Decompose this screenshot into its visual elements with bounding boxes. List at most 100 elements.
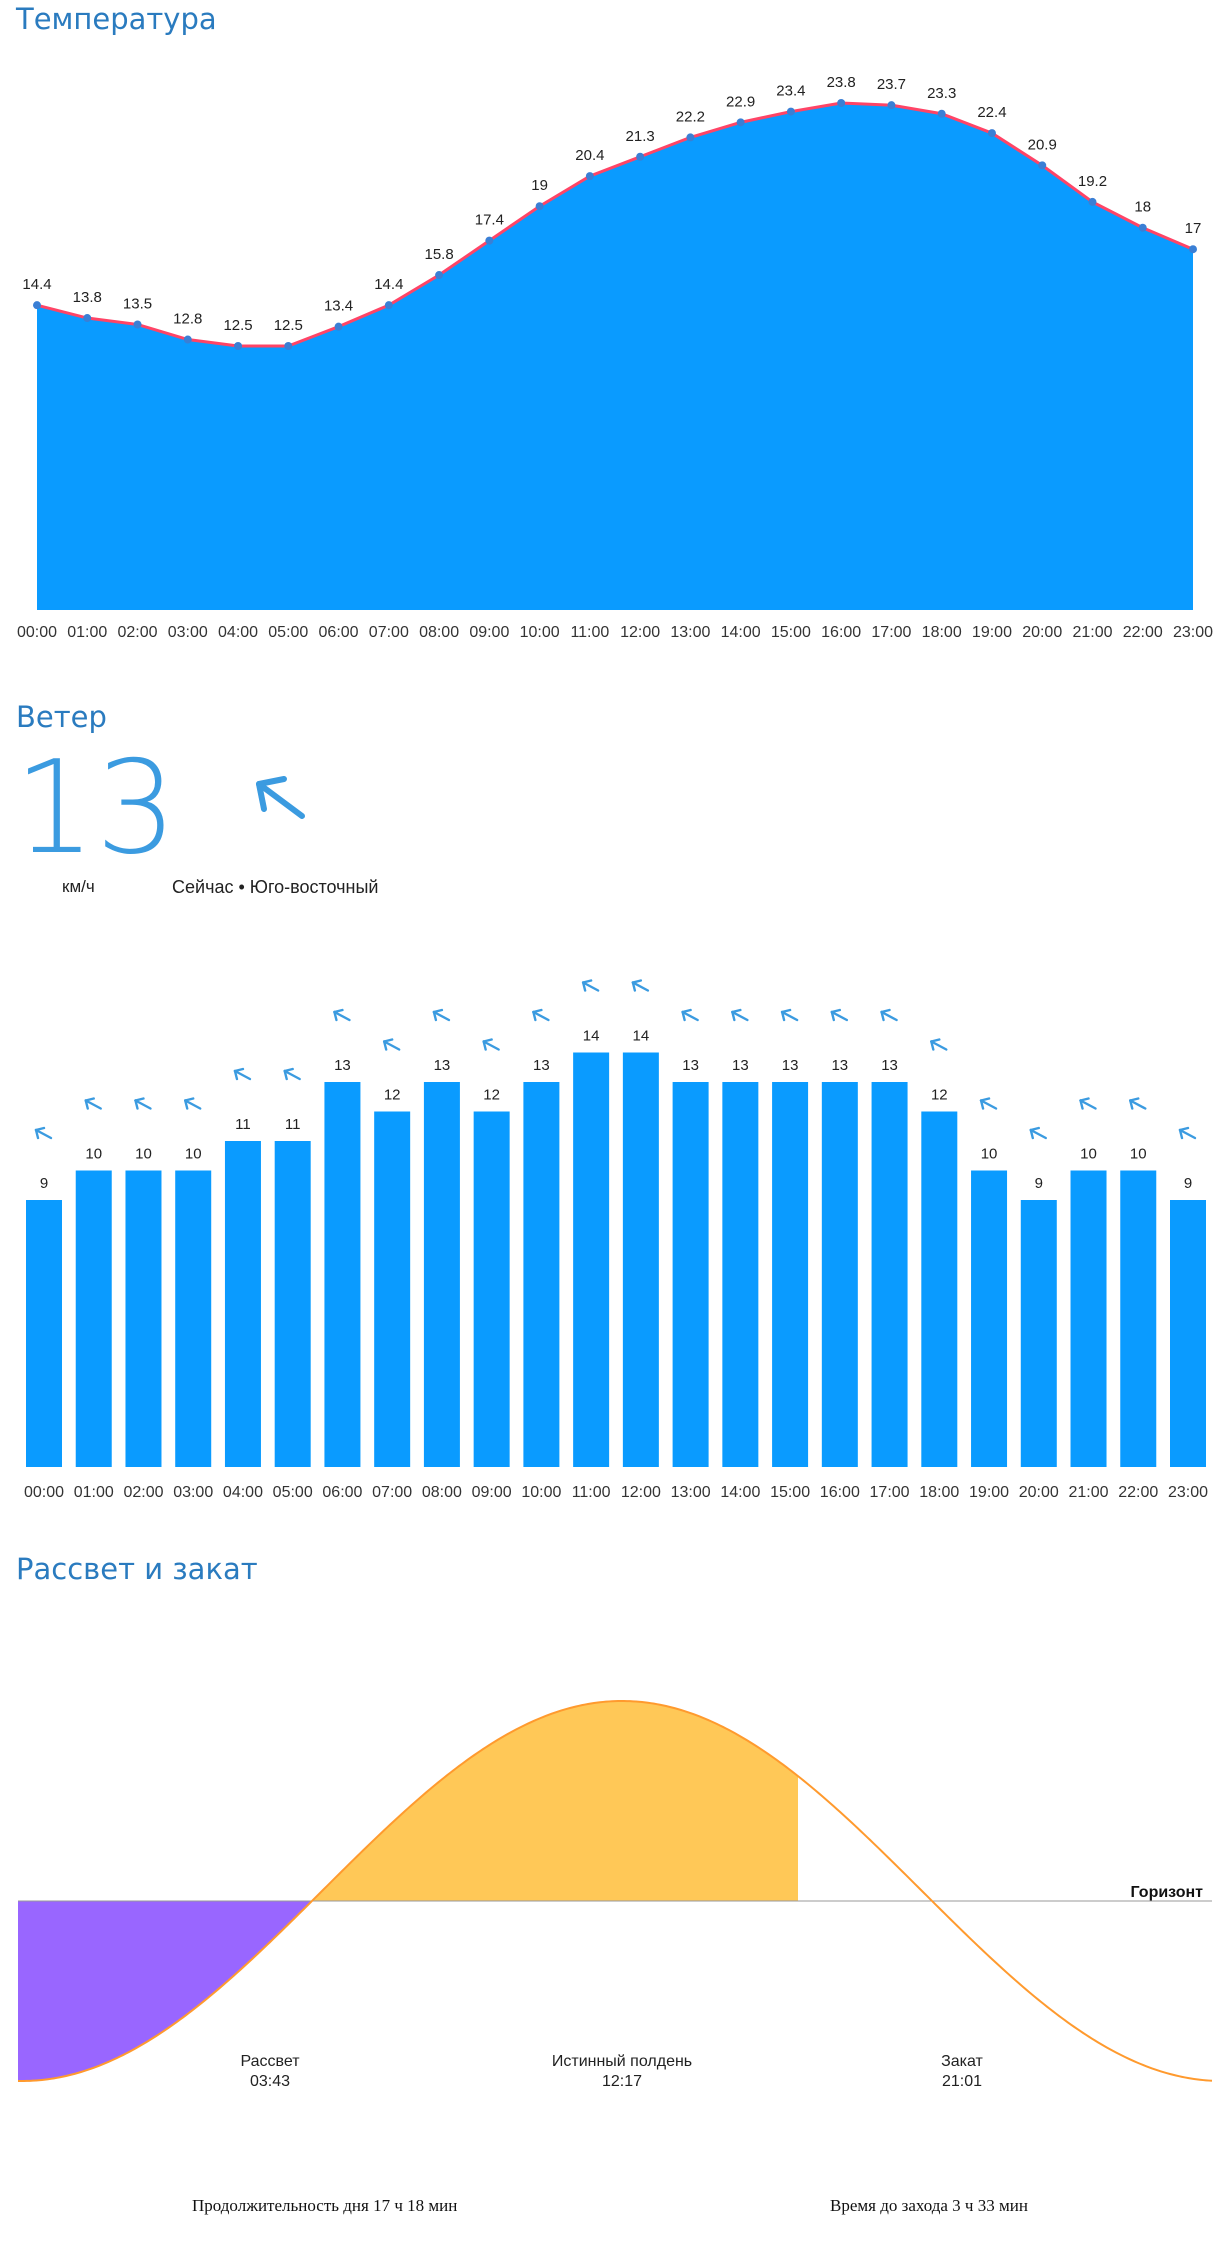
sunrise-time: 03:43 — [250, 2073, 290, 2090]
temperature-x-tick: 07:00 — [369, 624, 409, 641]
wind-direction-arrow-icon — [1129, 1097, 1147, 1110]
temperature-point — [1038, 161, 1047, 170]
sun-title: Рассвет и закат — [16, 1552, 258, 1586]
temperature-value-label: 13.5 — [123, 295, 152, 312]
wind-value-label: 13 — [782, 1057, 799, 1074]
wind-x-tick: 15:00 — [770, 1484, 810, 1501]
wind-x-tick: 10:00 — [521, 1484, 561, 1501]
wind-bar — [26, 1200, 62, 1467]
temperature-point — [33, 301, 41, 310]
temperature-area — [37, 103, 1193, 610]
temperature-value-label: 14.4 — [22, 276, 51, 293]
wind-value-label: 14 — [633, 1028, 650, 1045]
temperature-value-label: 22.4 — [977, 104, 1006, 121]
wind-x-tick: 18:00 — [919, 1484, 959, 1501]
wind-direction-arrow-icon — [681, 1008, 699, 1022]
temperature-value-label: 13.4 — [324, 298, 353, 315]
wind-direction-arrow-icon — [432, 1008, 451, 1022]
wind-direction-arrow-icon — [979, 1097, 998, 1110]
wind-direction-arrow-icon — [256, 776, 305, 819]
wind-direction-arrow-icon — [581, 979, 600, 992]
wind-direction-arrow-icon — [930, 1038, 948, 1051]
wind-x-tick: 12:00 — [621, 1484, 661, 1501]
noon-label: Истинный полдень — [552, 2053, 692, 2070]
temperature-point — [183, 335, 192, 344]
wind-direction-arrow-icon — [134, 1097, 152, 1110]
temperature-point — [786, 107, 795, 116]
wind-value-label: 10 — [1080, 1146, 1097, 1163]
wind-x-tick: 05:00 — [273, 1484, 313, 1501]
wind-x-tick: 02:00 — [123, 1484, 163, 1501]
temperature-x-tick: 13:00 — [670, 624, 710, 641]
wind-bar — [274, 1141, 311, 1467]
wind-value-label: 12 — [483, 1087, 500, 1104]
temperature-point — [686, 133, 695, 142]
wind-value-label: 9 — [40, 1175, 48, 1192]
temperature-point — [284, 342, 293, 350]
wind-x-tick: 19:00 — [969, 1484, 1009, 1501]
wind-direction-arrow-icon — [830, 1008, 849, 1022]
temperature-x-tick: 09:00 — [469, 624, 509, 641]
temperature-value-label: 23.3 — [927, 85, 956, 102]
wind-value-label: 13 — [881, 1057, 898, 1074]
temperature-x-tick: 15:00 — [771, 624, 811, 641]
wind-direction-arrow-icon — [333, 1008, 351, 1022]
wind-bar — [821, 1082, 858, 1467]
temperature-title: Температура — [16, 2, 217, 36]
wind-value-label: 13 — [434, 1057, 451, 1074]
wind-bar — [722, 1082, 759, 1467]
wind-bar — [125, 1170, 162, 1467]
wind-x-tick: 01:00 — [74, 1484, 114, 1501]
temperature-point — [485, 236, 494, 245]
temperature-x-tick: 10:00 — [520, 624, 560, 641]
wind-bar — [224, 1141, 261, 1467]
temperature-x-tick: 08:00 — [419, 624, 459, 641]
wind-chart: 9 00:00 10 01:00 10 02:00 10 03:00 11 04:00 11 05:0… — [24, 979, 1208, 1501]
wind-bar — [324, 1082, 361, 1467]
wind-direction-arrow-icon — [1178, 1126, 1197, 1140]
wind-x-tick: 22:00 — [1118, 1484, 1158, 1501]
wind-bar — [1170, 1200, 1206, 1467]
noon-time: 12:17 — [602, 2073, 642, 2090]
temperature-point — [133, 320, 142, 329]
temperature-x-tick: 12:00 — [620, 624, 660, 641]
time-to-sunset: Время до захода 3 ч 33 мин — [830, 2196, 1028, 2215]
temperature-x-tick: 16:00 — [821, 624, 861, 641]
wind-value-label: 12 — [384, 1087, 401, 1104]
temperature-point — [987, 129, 996, 138]
temperature-x-tick: 23:00 — [1173, 624, 1213, 641]
wind-x-tick: 08:00 — [422, 1484, 462, 1501]
temperature-point — [937, 109, 946, 118]
wind-title: Ветер — [16, 700, 107, 734]
temperature-value-label: 19 — [531, 177, 548, 194]
day-area — [311, 1701, 798, 1901]
sunset-time: 21:01 — [942, 2073, 982, 2090]
wind-current-speed: 13 — [14, 734, 177, 883]
temperature-point — [234, 342, 243, 350]
wind-direction-arrow-icon — [283, 1067, 301, 1081]
wind-value-label: 11 — [285, 1116, 301, 1133]
wind-direction-arrow-icon — [34, 1126, 53, 1140]
sunset-label: Закат — [941, 2053, 983, 2070]
wind-bar — [871, 1082, 908, 1467]
temperature-point — [1189, 245, 1197, 254]
wind-value-label: 13 — [732, 1057, 749, 1074]
wind-direction-arrow-icon — [1079, 1097, 1097, 1110]
wind-bar — [672, 1082, 709, 1467]
temperature-point — [887, 101, 896, 110]
wind-direction-arrow-icon — [532, 1008, 550, 1022]
wind-x-tick: 23:00 — [1168, 1484, 1208, 1501]
wind-direction-arrow-icon — [382, 1038, 401, 1051]
temperature-point — [837, 99, 846, 107]
wind-direction-arrow-icon — [482, 1038, 500, 1051]
temperature-point — [1088, 197, 1097, 206]
wind-value-label: 13 — [533, 1057, 550, 1074]
temperature-point — [83, 314, 92, 323]
temperature-point — [334, 322, 343, 331]
wind-x-tick: 14:00 — [720, 1484, 760, 1501]
temperature-chart: 14.4 00:00 13.8 01:00 13.5 02:00 12.8 03:00 12.5… — [17, 74, 1213, 641]
temperature-value-label: 12.5 — [274, 317, 303, 334]
wind-bar — [523, 1082, 560, 1467]
temperature-value-label: 20.4 — [575, 147, 604, 164]
wind-bar — [971, 1170, 1008, 1467]
